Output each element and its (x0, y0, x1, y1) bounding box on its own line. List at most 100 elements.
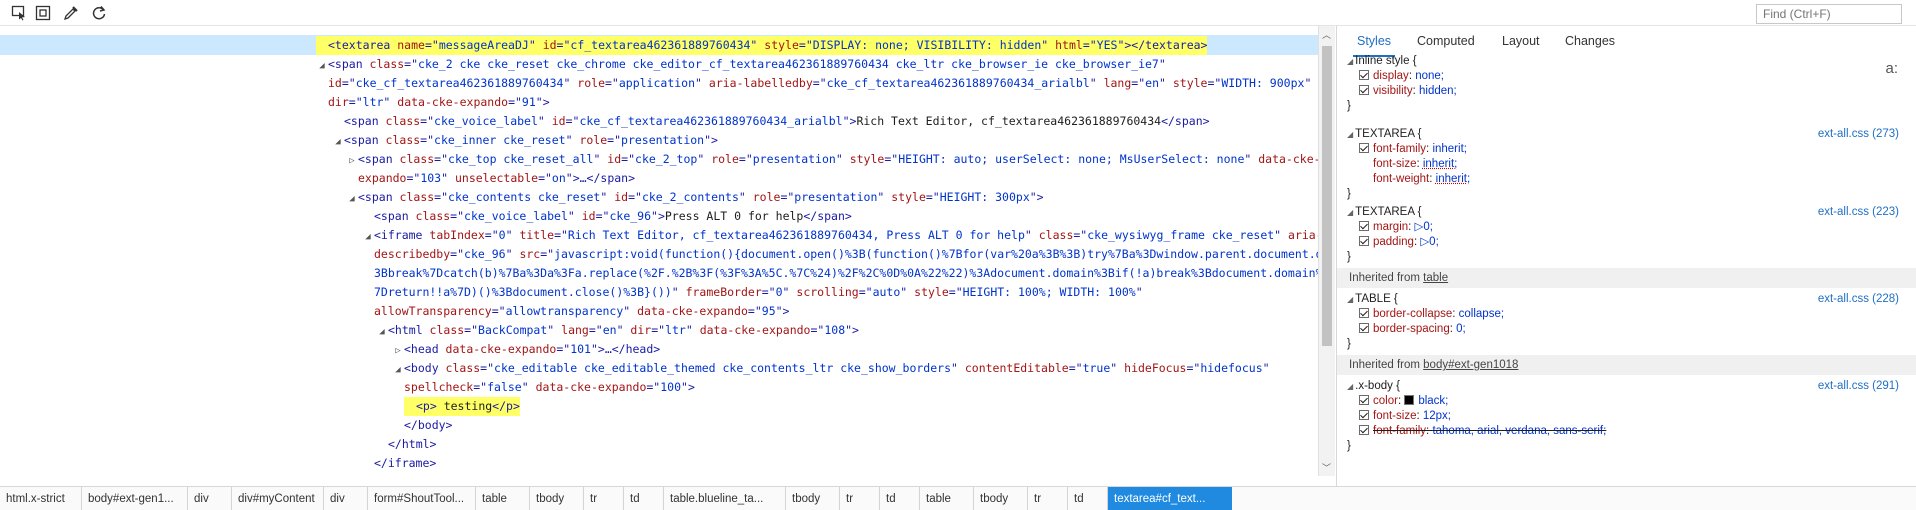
inherited-source-link[interactable]: body#ext-gen1018 (1423, 359, 1518, 371)
dom-node-line[interactable]: ◢ <span class="cke_contents cke_reset" id… (0, 188, 1318, 207)
dom-node-line[interactable]: </iframe> (0, 454, 1318, 473)
rule-selector[interactable]: TABLE (1355, 293, 1391, 305)
dom-node-line[interactable]: ◢ <span class="cke_2 cke cke_reset cke_ch… (0, 55, 1318, 74)
rule-selector[interactable]: Inline style (1355, 55, 1409, 67)
tab-styles[interactable]: Styles (1357, 34, 1391, 48)
property-value[interactable]: inherit; (1423, 158, 1458, 170)
dom-node-line[interactable]: ▷ <span class="cke_top cke_reset_all" id=… (0, 150, 1318, 169)
property-value[interactable]: ▷0; (1415, 221, 1433, 233)
rule-expand-icon[interactable]: ◢ (1347, 57, 1353, 66)
breadcrumb-item[interactable]: tr (840, 487, 880, 510)
property-checkbox[interactable] (1359, 85, 1369, 95)
breadcrumb-item[interactable]: tbody (786, 487, 840, 510)
dom-node-line[interactable]: id="cke_cf_textarea462361889760434" role… (0, 74, 1318, 93)
tab-changes[interactable]: Changes (1565, 34, 1615, 48)
breadcrumb-item[interactable]: tr (1028, 487, 1068, 510)
dom-node-line[interactable]: <span class="cke_voice_label" id="cke_cf… (0, 112, 1318, 131)
breadcrumb-item[interactable]: table (920, 487, 974, 510)
breadcrumb-item[interactable]: html.x-strict (0, 487, 82, 510)
property-value[interactable]: inherit; (1432, 143, 1467, 155)
dom-node-line[interactable]: ◢ <html class="BackCompat" lang="en" dir=… (0, 321, 1318, 340)
dom-node-line[interactable]: dir="ltr" data-cke-expando="91"> (0, 93, 1318, 112)
breadcrumb-item[interactable]: div (324, 487, 368, 510)
property-value[interactable]: none; (1415, 70, 1444, 82)
property-name[interactable]: font-family (1373, 143, 1426, 155)
property-name[interactable]: font-size (1373, 158, 1416, 170)
property-name[interactable]: font-weight (1373, 173, 1429, 185)
property-checkbox[interactable] (1359, 395, 1369, 405)
dom-node-line[interactable]: spellcheck="false" data-cke-expando="100… (0, 378, 1318, 397)
breadcrumb-item[interactable]: table (476, 487, 530, 510)
dom-node-line[interactable]: ◢ <span class="cke_inner cke_reset" role=… (0, 131, 1318, 150)
property-value[interactable]: black; (1418, 395, 1448, 407)
dom-node-line[interactable]: 7Dreturn!!a%7D)()%3Bdocument.close()%3B}… (0, 283, 1318, 302)
property-value[interactable]: tahoma, arial, verdana, sans-serif; (1432, 425, 1606, 437)
dom-node-line[interactable]: <p> testing</p> (0, 397, 1318, 416)
dom-node-line[interactable]: <span class="cke_voice_label" id="cke_96… (0, 207, 1318, 226)
dom-node-line[interactable]: ▷ <head data-cke-expando="101">…</head> (0, 340, 1318, 359)
property-name[interactable]: margin (1373, 221, 1408, 233)
dom-node-line[interactable]: allowTransparency="allowtransparency" da… (0, 302, 1318, 321)
property-name[interactable]: font-size (1373, 410, 1416, 422)
property-checkbox[interactable] (1359, 236, 1369, 246)
breadcrumb-item[interactable]: tbody (974, 487, 1028, 510)
rule-expand-icon[interactable]: ◢ (1347, 130, 1353, 139)
property-checkbox[interactable] (1359, 143, 1369, 153)
property-name[interactable]: border-collapse (1373, 308, 1452, 320)
dom-vertical-scrollbar[interactable]: ︿ ﹀ (1318, 26, 1335, 476)
property-checkbox[interactable] (1359, 323, 1369, 333)
property-name[interactable]: border-spacing (1373, 323, 1450, 335)
color-swatch[interactable] (1404, 395, 1414, 405)
find-input[interactable] (1756, 4, 1902, 24)
breadcrumb-item[interactable]: form#ShoutTool... (368, 487, 476, 510)
tab-computed[interactable]: Computed (1417, 34, 1475, 48)
rule-expand-icon[interactable]: ◢ (1347, 208, 1353, 217)
scroll-thumb[interactable] (1322, 46, 1332, 346)
property-value[interactable]: 0; (1456, 323, 1466, 335)
breadcrumb-item[interactable]: td (624, 487, 664, 510)
scroll-down-icon[interactable]: ﹀ (1322, 461, 1331, 474)
dom-node-line[interactable]: </html> (0, 435, 1318, 454)
breadcrumb-item[interactable]: div#myContent (232, 487, 324, 510)
dom-node-line[interactable]: </body> (0, 416, 1318, 435)
property-value[interactable]: inherit; (1436, 173, 1471, 185)
rule-selector[interactable]: .x-body (1355, 380, 1393, 392)
dom-node-line[interactable]: </span> (0, 473, 1318, 476)
breadcrumb-item[interactable]: body#ext-gen1... (82, 487, 188, 510)
property-value[interactable]: collapse; (1459, 308, 1504, 320)
dom-node-line[interactable]: 3Bbreak%7Dcatch(b)%7Ba%3Da%3Fa.replace(%… (0, 264, 1318, 283)
breadcrumb-item-active[interactable]: textarea#cf_text... (1108, 487, 1232, 510)
property-value[interactable]: hidden; (1419, 85, 1457, 97)
property-value[interactable]: ▷0; (1420, 236, 1438, 248)
dom-node-line[interactable]: ◢ <iframe tabIndex="0" title="Rich Text E… (0, 226, 1318, 245)
scroll-up-icon[interactable]: ︿ (1322, 28, 1331, 41)
rule-expand-icon[interactable]: ◢ (1347, 295, 1353, 304)
select-element-icon[interactable] (8, 2, 30, 24)
property-name[interactable]: font-family (1373, 425, 1426, 437)
breadcrumb-item[interactable]: td (1068, 487, 1108, 510)
property-name[interactable]: color (1373, 395, 1398, 407)
breadcrumb-item[interactable]: div (188, 487, 232, 510)
property-value[interactable]: 12px; (1423, 410, 1451, 422)
property-name[interactable]: padding (1373, 236, 1414, 248)
rule-selector[interactable]: TEXTAREA (1355, 128, 1414, 140)
breadcrumb-item[interactable]: tbody (530, 487, 584, 510)
property-checkbox[interactable] (1359, 70, 1369, 80)
refresh-icon[interactable] (88, 2, 110, 24)
dom-node-line[interactable]: <textarea name="messageAreaDJ" id="cf_te… (0, 36, 1318, 55)
inherited-source-link[interactable]: table (1423, 272, 1448, 284)
property-checkbox[interactable] (1359, 221, 1369, 231)
breadcrumb-item[interactable]: td (880, 487, 920, 510)
property-checkbox[interactable] (1359, 308, 1369, 318)
dom-highlight-icon[interactable] (32, 2, 54, 24)
property-name[interactable]: display (1373, 70, 1409, 82)
breadcrumb-item[interactable]: tr (584, 487, 624, 510)
dom-node-line[interactable]: ◢ <body class="cke_editable cke_editable_… (0, 359, 1318, 378)
dom-node-line[interactable]: describedby="cke_96" src="javascript:voi… (0, 245, 1318, 264)
color-picker-icon[interactable] (60, 2, 82, 24)
property-checkbox[interactable] (1359, 410, 1369, 420)
tab-layout[interactable]: Layout (1502, 34, 1540, 48)
rule-selector[interactable]: TEXTAREA (1355, 206, 1414, 218)
dom-tree-pane[interactable]: <textarea name="messageAreaDJ" id="cf_te… (0, 26, 1318, 476)
rule-expand-icon[interactable]: ◢ (1347, 382, 1353, 391)
